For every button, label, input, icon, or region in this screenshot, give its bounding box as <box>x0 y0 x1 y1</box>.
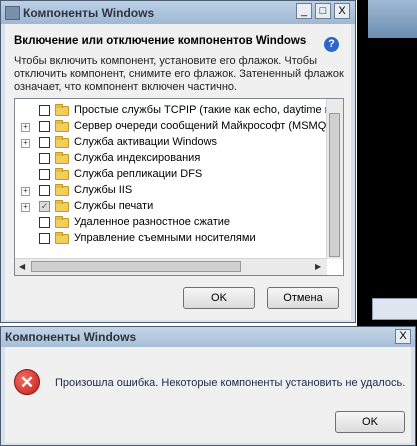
window-title: Компоненты Windows <box>23 6 155 20</box>
feature-checkbox[interactable]: ✓ <box>39 201 50 212</box>
feature-row[interactable]: + ✓ Службы печати <box>15 199 335 215</box>
error-icon: ✕ <box>14 369 40 395</box>
folder-icon <box>55 136 69 148</box>
dialog-title-bar[interactable]: Компоненты Windows X <box>1 327 415 347</box>
vertical-scrollbar[interactable] <box>326 99 343 259</box>
scrollbar-thumb[interactable] <box>31 261 241 272</box>
feature-checkbox[interactable] <box>39 153 50 164</box>
dialog-title: Компоненты Windows <box>5 330 137 344</box>
feature-checkbox[interactable] <box>39 233 50 244</box>
expand-icon[interactable]: + <box>21 139 30 148</box>
description-text: Чтобы включить компонент, установите его… <box>14 55 344 93</box>
desktop-background-window <box>368 0 417 38</box>
feature-label: Служба индексирования <box>74 152 201 164</box>
feature-row[interactable]: + Служба активации Windows <box>15 135 335 151</box>
folder-icon <box>55 216 69 228</box>
scrollbar-thumb[interactable] <box>329 113 340 257</box>
feature-row[interactable]: Служба индексирования <box>15 151 335 167</box>
feature-label: Служба активации Windows <box>74 136 218 148</box>
folder-icon <box>55 184 69 196</box>
cancel-button[interactable]: Отмена <box>267 287 339 309</box>
expand-icon[interactable]: + <box>21 187 30 196</box>
error-dialog: Компоненты Windows X ✕ Произошла ошибка.… <box>0 326 416 446</box>
feature-row[interactable]: Управление съемными носителями <box>15 231 335 247</box>
feature-row[interactable]: + Службы IIS <box>15 183 335 199</box>
folder-icon <box>55 232 69 244</box>
feature-checkbox[interactable] <box>39 137 50 148</box>
horizontal-scrollbar[interactable]: ◀ ▶ <box>15 258 327 275</box>
folder-icon <box>55 120 69 132</box>
feature-row[interactable]: Служба репликации DFS <box>15 167 335 183</box>
window-icon <box>5 6 20 20</box>
scroll-right-icon[interactable]: ▶ <box>315 262 321 271</box>
feature-label: Службы IIS <box>74 184 133 196</box>
minimize-button[interactable]: _ <box>296 3 312 19</box>
dialog-content: ✕ Произошла ошибка. Некоторые компоненты… <box>5 347 411 443</box>
expand-icon[interactable]: + <box>21 123 30 132</box>
dialog-ok-button[interactable]: OK <box>335 411 405 433</box>
title-bar[interactable]: Компоненты Windows _ □ X <box>1 1 355 24</box>
feature-checkbox[interactable] <box>39 105 50 116</box>
feature-row[interactable]: Удаленное разностное сжатие <box>15 215 335 231</box>
close-button[interactable]: X <box>334 3 350 19</box>
window-content: Включение или отключение компонентов Win… <box>5 24 351 320</box>
maximize-button[interactable]: □ <box>315 3 331 19</box>
feature-label: Простые службы TCPIP (такие как echo, da… <box>74 104 344 116</box>
feature-label: Служба репликации DFS <box>74 168 203 180</box>
features-tree[interactable]: Простые службы TCPIP (такие как echo, da… <box>14 98 344 276</box>
folder-icon <box>55 152 69 164</box>
folder-icon <box>55 104 69 116</box>
error-message: Произошла ошибка. Некоторые компоненты у… <box>55 377 406 389</box>
feature-checkbox[interactable] <box>39 169 50 180</box>
ok-button[interactable]: OK <box>183 287 255 309</box>
folder-icon <box>55 168 69 180</box>
dialog-close-button[interactable]: X <box>395 329 411 344</box>
feature-checkbox[interactable] <box>39 185 50 196</box>
feature-label: Сервер очереди сообщений Майкрософт (MSM… <box>74 120 330 132</box>
desktop-background-window <box>372 298 417 320</box>
feature-checkbox[interactable] <box>39 217 50 228</box>
feature-checkbox[interactable] <box>39 121 50 132</box>
expand-icon[interactable]: + <box>21 203 30 212</box>
page-title: Включение или отключение компонентов Win… <box>14 35 307 47</box>
feature-label: Управление съемными носителями <box>74 232 256 244</box>
windows-features-window: Компоненты Windows _ □ X Включение или о… <box>0 0 356 323</box>
feature-row[interactable]: + Сервер очереди сообщений Майкрософт (MS… <box>15 119 335 135</box>
feature-label: Удаленное разностное сжатие <box>74 216 231 228</box>
folder-icon <box>55 200 69 212</box>
help-icon[interactable]: ? <box>324 37 339 52</box>
feature-label: Службы печати <box>74 200 154 212</box>
scroll-left-icon[interactable]: ◀ <box>19 262 25 271</box>
feature-row[interactable]: Простые службы TCPIP (такие как echo, da… <box>15 103 343 119</box>
